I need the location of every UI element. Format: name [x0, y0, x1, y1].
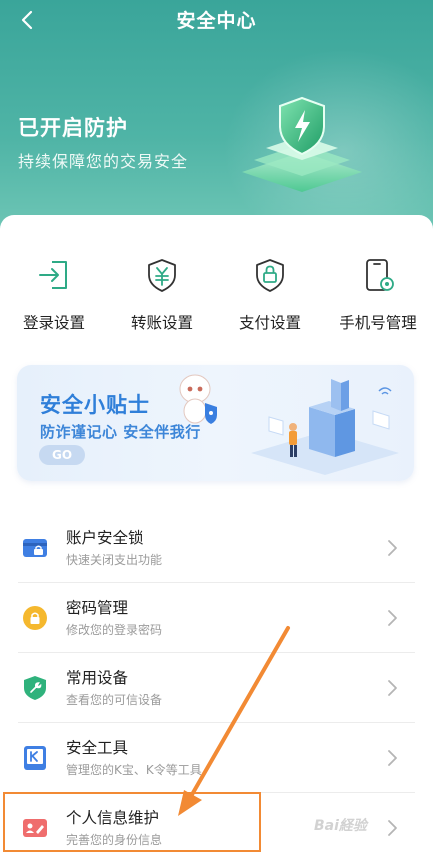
yuan-shield-icon — [148, 259, 176, 292]
protection-status-title: 已开启防护 — [18, 116, 128, 140]
quick-action-label: 手机号管理 — [339, 314, 417, 332]
banner-title: 安全小贴士 — [40, 393, 150, 417]
chevron-right-icon — [388, 680, 397, 696]
quick-action-label: 转账设置 — [130, 314, 193, 332]
shield-lightning-illustration-icon — [242, 96, 362, 192]
phone-settings-icon — [366, 259, 394, 291]
login-icon — [39, 261, 67, 289]
list-item-subtitle: 完善您的身份信息 — [66, 833, 163, 847]
quick-action-label: 支付设置 — [238, 314, 301, 332]
list-item-subtitle: 管理您的K宝、K令等工具 — [66, 763, 202, 777]
quick-action-label: 登录设置 — [22, 314, 85, 332]
list-item-title: 个人信息维护 — [66, 809, 160, 827]
page-title: 安全中心 — [176, 10, 257, 32]
protection-status-subtitle: 持续保障您的交易安全 — [18, 152, 189, 171]
quick-actions: 登录设置 转账设置 支付设置 手机号管理 — [0, 255, 433, 335]
id-card-icon — [23, 819, 47, 837]
list-item-title: 安全工具 — [66, 739, 129, 757]
list-item-title: 常用设备 — [66, 669, 129, 687]
security-tips-banner[interactable]: 安全小贴士 防诈谨记心 安全伴我行 GO — [17, 365, 414, 481]
list-item-subtitle: 修改您的登录密码 — [66, 623, 163, 637]
mascot-icon — [179, 374, 217, 424]
banner-go-button[interactable]: GO — [39, 445, 85, 465]
k-tool-icon — [24, 746, 46, 770]
list-item-trusted-devices[interactable]: 常用设备 查看您的可信设备 — [0, 653, 433, 723]
smart-city-illustration-icon — [251, 379, 399, 475]
wrench-shield-icon — [24, 676, 46, 700]
card-lock-icon — [23, 539, 47, 557]
chevron-right-icon — [388, 820, 397, 836]
main-panel: 登录设置 转账设置 支付设置 手机号管理 安全小贴士 防诈谨记心 安全伴我行 G… — [0, 215, 433, 863]
list-item-subtitle: 快速关闭支出功能 — [66, 553, 163, 567]
list-item-subtitle: 查看您的可信设备 — [66, 693, 163, 707]
watermark-logo-icon: Bai経验 — [314, 818, 367, 834]
quick-action-login-settings[interactable]: 登录设置 — [0, 255, 108, 333]
lock-icon — [23, 606, 47, 630]
chevron-right-icon — [388, 750, 397, 766]
lock-shield-icon — [256, 259, 284, 292]
header: 安全中心 已开启防护 持续保障您的交易安全 — [0, 0, 433, 250]
list-item-title: 账户安全锁 — [66, 529, 144, 547]
quick-action-transfer-settings[interactable]: 转账设置 — [108, 255, 216, 333]
chevron-right-icon — [388, 610, 397, 626]
quick-action-phone-management[interactable]: 手机号管理 — [324, 255, 432, 333]
list-item-security-tools[interactable]: 安全工具 管理您的K宝、K令等工具 — [0, 723, 433, 793]
list-item-password-management[interactable]: 密码管理 修改您的登录密码 — [0, 583, 433, 653]
list-item-title: 密码管理 — [66, 599, 129, 617]
quick-action-payment-settings[interactable]: 支付设置 — [216, 255, 324, 333]
list-item-personal-info[interactable]: 个人信息维护 完善您的身份信息 — [0, 793, 433, 863]
chevron-right-icon — [388, 540, 397, 556]
list-item-account-security-lock[interactable]: 账户安全锁 快速关闭支出功能 — [0, 513, 433, 583]
security-settings-list: 账户安全锁 快速关闭支出功能 密码管理 修改您的登录密码 常用设备 查看您的可信… — [0, 513, 433, 863]
